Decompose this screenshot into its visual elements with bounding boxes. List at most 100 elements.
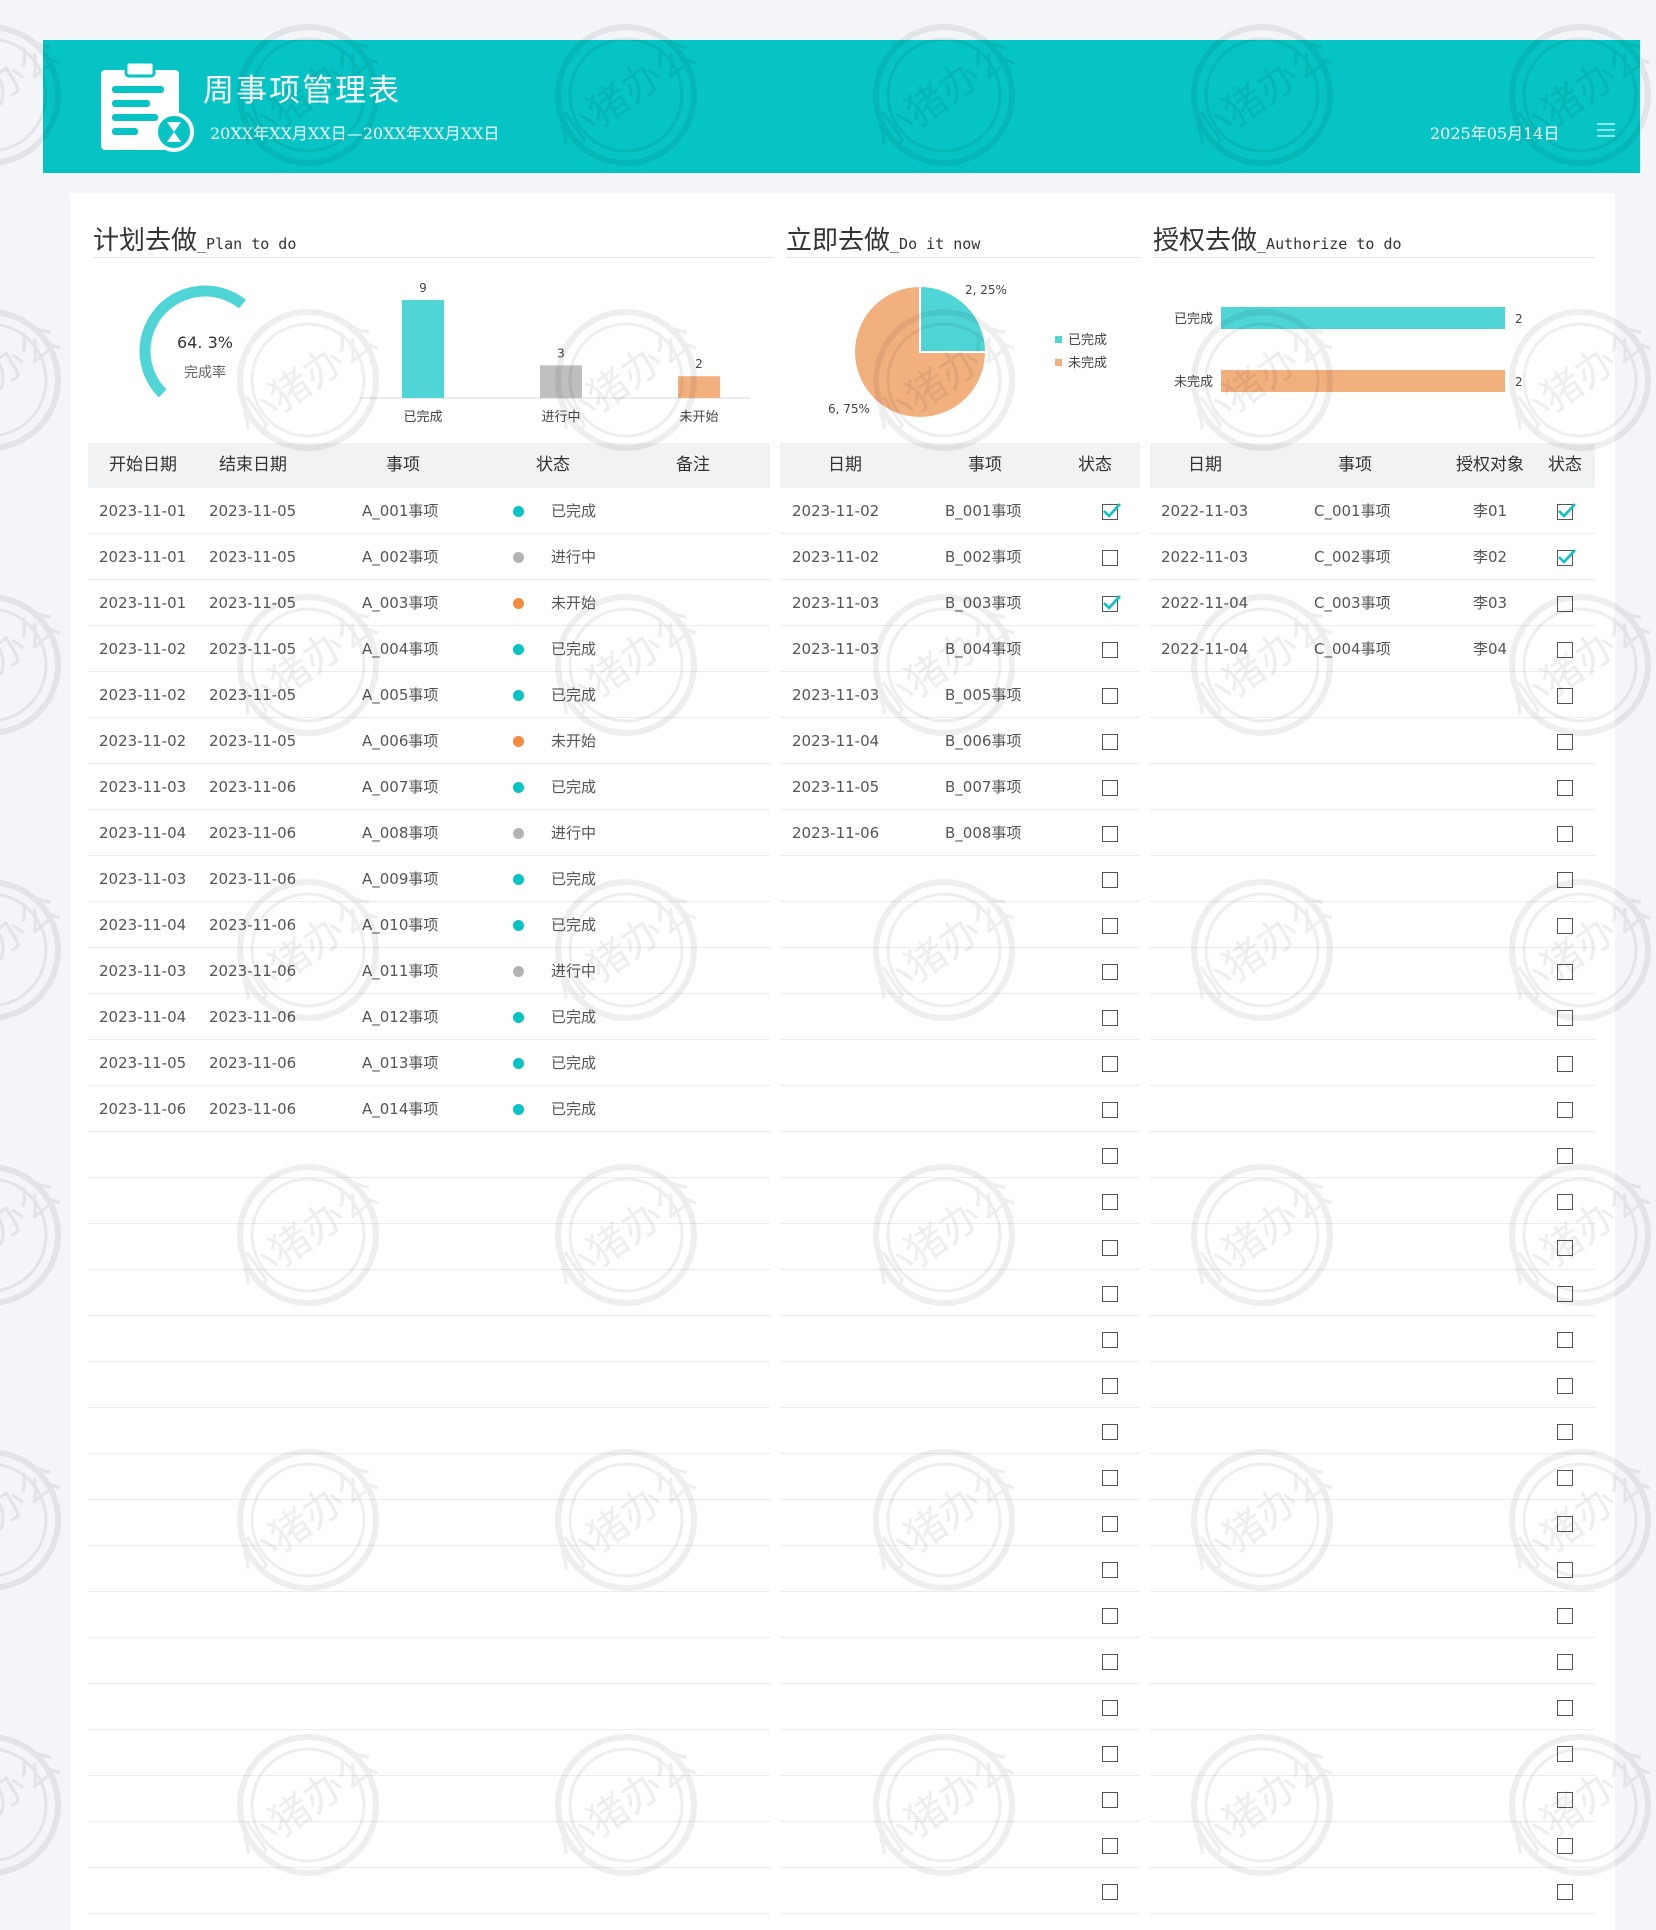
status-checkbox[interactable] (1557, 964, 1573, 980)
empty-row (780, 948, 1140, 994)
status-checkbox[interactable] (1557, 503, 1576, 520)
status-checkbox[interactable] (1102, 1884, 1118, 1900)
status-checkbox[interactable] (1557, 1792, 1573, 1808)
status-dot-icon (513, 966, 524, 977)
table-row: 2022-11-03 C_002事项 李02 (1150, 534, 1595, 580)
empty-row (1150, 1546, 1595, 1592)
status-checkbox[interactable] (1557, 1516, 1573, 1532)
assignee-cell: 李04 (1473, 640, 1508, 658)
status-checkbox[interactable] (1102, 1102, 1118, 1118)
empty-row (1150, 1592, 1595, 1638)
item-cell: A_004事项 (362, 640, 439, 658)
status-checkbox[interactable] (1557, 1700, 1573, 1716)
status-checkbox[interactable] (1557, 1010, 1573, 1026)
status-checkbox[interactable] (1557, 1608, 1573, 1624)
status-dot-icon (513, 506, 524, 517)
section-title-auth: 授权去做_Authorize to do (1153, 220, 1595, 258)
table-row: 2022-11-04 C_004事项 李04 (1150, 626, 1595, 672)
status-checkbox[interactable] (1557, 1332, 1573, 1348)
status-checkbox[interactable] (1102, 964, 1118, 980)
status-checkbox[interactable] (1557, 596, 1573, 612)
status-checkbox[interactable] (1557, 1102, 1573, 1118)
item-cell: A_007事项 (362, 778, 439, 796)
status-checkbox[interactable] (1557, 1838, 1573, 1854)
status-checkbox[interactable] (1102, 1792, 1118, 1808)
status-checkbox[interactable] (1557, 1470, 1573, 1486)
status-checkbox[interactable] (1557, 918, 1573, 934)
item-cell: A_012事项 (362, 1008, 439, 1026)
bar-value-label: 2 (1515, 375, 1523, 389)
status-checkbox[interactable] (1102, 1562, 1118, 1578)
plan-status-bar-chart: 9 已完成 3 进行中 2 未开始 (360, 281, 750, 425)
empty-row (1150, 810, 1595, 856)
empty-row (780, 994, 1140, 1040)
status-checkbox[interactable] (1102, 872, 1118, 888)
end-date-cell: 2023-11-06 (209, 824, 297, 842)
status-checkbox[interactable] (1102, 826, 1118, 842)
empty-row (88, 1270, 770, 1316)
status-checkbox[interactable] (1102, 1746, 1118, 1762)
status-checkbox[interactable] (1102, 642, 1118, 658)
status-cell: 已完成 (551, 502, 597, 520)
start-date-cell: 2023-11-01 (99, 594, 187, 612)
status-checkbox[interactable] (1102, 688, 1118, 704)
status-checkbox[interactable] (1102, 550, 1118, 566)
date-cell: 2022-11-03 (1161, 502, 1249, 520)
status-checkbox[interactable] (1557, 1148, 1573, 1164)
menu-icon[interactable] (1595, 120, 1617, 140)
status-checkbox[interactable] (1557, 1056, 1573, 1072)
status-checkbox[interactable] (1557, 872, 1573, 888)
status-checkbox[interactable] (1557, 780, 1573, 796)
status-checkbox[interactable] (1102, 1516, 1118, 1532)
status-checkbox[interactable] (1557, 1562, 1573, 1578)
checkmark-icon (1558, 549, 1576, 564)
item-cell: B_003事项 (945, 594, 1022, 612)
status-checkbox[interactable] (1557, 734, 1573, 750)
status-checkbox[interactable] (1557, 642, 1573, 658)
status-cell: 进行中 (551, 962, 597, 980)
status-checkbox[interactable] (1557, 1746, 1573, 1762)
status-checkbox[interactable] (1102, 1194, 1118, 1210)
status-checkbox[interactable] (1102, 780, 1118, 796)
status-checkbox[interactable] (1557, 688, 1573, 704)
date-cell: 2023-11-02 (792, 548, 880, 566)
status-checkbox[interactable] (1557, 1194, 1573, 1210)
status-checkbox[interactable] (1557, 1378, 1573, 1394)
status-checkbox[interactable] (1557, 1286, 1573, 1302)
date-cell: 2023-11-03 (792, 686, 880, 704)
status-checkbox[interactable] (1557, 549, 1576, 566)
status-checkbox[interactable] (1102, 503, 1121, 520)
status-checkbox[interactable] (1102, 1424, 1118, 1440)
status-checkbox[interactable] (1102, 595, 1121, 612)
status-checkbox[interactable] (1102, 1240, 1118, 1256)
empty-row (780, 1408, 1140, 1454)
gauge-label: 完成率 (184, 365, 226, 381)
status-checkbox[interactable] (1557, 1240, 1573, 1256)
status-checkbox[interactable] (1557, 1884, 1573, 1900)
status-checkbox[interactable] (1102, 1838, 1118, 1854)
date-range: 20XX年XX月XX日—20XX年XX月XX日 (210, 124, 500, 143)
status-checkbox[interactable] (1102, 1010, 1118, 1026)
status-checkbox[interactable] (1102, 918, 1118, 934)
status-checkbox[interactable] (1102, 1148, 1118, 1164)
status-checkbox[interactable] (1102, 1608, 1118, 1624)
status-checkbox[interactable] (1102, 1654, 1118, 1670)
status-checkbox[interactable] (1557, 1424, 1573, 1440)
status-checkbox[interactable] (1102, 1470, 1118, 1486)
status-checkbox[interactable] (1102, 734, 1118, 750)
table-row: 2023-11-01 2023-11-05 A_001事项 已完成 (88, 488, 770, 534)
gauge-value: 64. 3% (177, 333, 233, 352)
status-checkbox[interactable] (1102, 1056, 1118, 1072)
status-checkbox[interactable] (1102, 1286, 1118, 1302)
empty-row (1150, 948, 1595, 994)
auth-status-hbar-chart: 已完成 2 未完成 2 (1174, 307, 1523, 392)
col-status: 状态 (536, 455, 570, 475)
status-checkbox[interactable] (1557, 826, 1573, 842)
status-checkbox[interactable] (1102, 1700, 1118, 1716)
status-dot-icon (513, 736, 524, 747)
empty-row (1150, 1408, 1595, 1454)
status-checkbox[interactable] (1102, 1378, 1118, 1394)
status-checkbox[interactable] (1557, 1654, 1573, 1670)
empty-row (780, 1454, 1140, 1500)
status-checkbox[interactable] (1102, 1332, 1118, 1348)
